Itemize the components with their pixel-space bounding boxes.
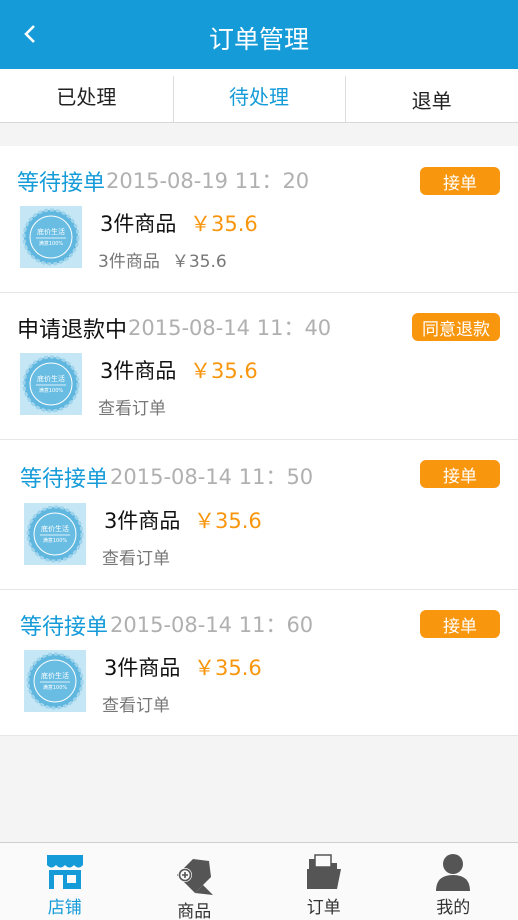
thumb-brand-text: 底价生活 [41, 671, 69, 680]
order-card[interactable]: 申请退款中 2015-08-14 11：40 同意退款 底价生活 满意100% … [0, 293, 518, 440]
product-thumbnail: 底价生活 满意100% [20, 206, 82, 268]
thumb-slogan-text: 满意100% [43, 537, 68, 544]
nav-goods-label: 商品 [177, 902, 212, 920]
order-status: 申请退款中 [17, 318, 128, 343]
accept-order-button[interactable]: 接单 [420, 167, 500, 195]
order-status: 等待接单 [20, 467, 109, 492]
order-status: 等待接单 [20, 615, 109, 640]
item-count: 3件商品 [104, 509, 181, 533]
order-time: 2015-08-14 11：60 [110, 613, 314, 637]
thumb-brand-text: 底价生活 [37, 227, 65, 236]
view-order-link[interactable]: 查看订单 [102, 544, 170, 569]
accept-order-button[interactable]: 接单 [420, 610, 500, 638]
summary-count: 3件商品 [98, 252, 160, 272]
product-thumbnail: 底价生活 满意100% [24, 503, 86, 565]
nav-mine[interactable]: 我的 [389, 843, 518, 920]
thumb-brand-text: 底价生活 [41, 524, 69, 533]
page-title: 订单管理 [208, 25, 309, 54]
order-price: ￥35.6 [190, 359, 258, 383]
order-price: ￥35.6 [190, 212, 258, 236]
order-price: ￥35.6 [194, 656, 262, 680]
app-header: 订单管理 [0, 0, 518, 69]
order-time: 2015-08-14 11：40 [128, 316, 332, 340]
summary-price: ￥35.6 [171, 252, 227, 272]
item-count: 3件商品 [100, 359, 177, 383]
tab-processed[interactable]: 已处理 [0, 69, 173, 122]
thumb-slogan-text: 满意100% [39, 240, 64, 247]
order-status: 等待接单 [17, 171, 106, 196]
product-thumbnail: 底价生活 满意100% [24, 650, 86, 712]
tab-pending[interactable]: 待处理 [172, 69, 346, 122]
nav-orders-label: 订单 [306, 898, 341, 918]
order-tabs: 已处理 待处理 退单 [0, 69, 518, 123]
nav-store[interactable]: 店铺 [0, 843, 130, 920]
order-card[interactable]: 等待接单 2015-08-19 11：20 接单 底价生活 满意100% 3件商… [0, 146, 518, 293]
order-time: 2015-08-14 11：50 [110, 465, 314, 489]
nav-mine-label: 我的 [436, 898, 471, 918]
thumb-slogan-text: 满意100% [39, 387, 64, 394]
item-count: 3件商品 [100, 212, 177, 236]
thumb-brand-text: 底价生活 [37, 374, 65, 383]
tab-refund[interactable]: 退单 [345, 69, 518, 122]
order-time: 2015-08-19 11：20 [106, 169, 310, 193]
nav-orders[interactable]: 订单 [259, 843, 389, 920]
approve-refund-button[interactable]: 同意退款 [412, 313, 500, 341]
user-icon [436, 854, 471, 891]
bottom-nav: 店铺 商品 订单 我的 [0, 842, 518, 920]
store-icon [46, 855, 83, 889]
order-card[interactable]: 等待接单 2015-08-14 11：50 接单 底价生活 满意100% 3件商… [0, 440, 518, 590]
nav-goods[interactable]: 商品 [130, 843, 260, 920]
thumb-slogan-text: 满意100% [43, 684, 68, 691]
item-count: 3件商品 [104, 656, 181, 680]
view-order-link[interactable]: 查看订单 [98, 394, 166, 419]
accept-order-button[interactable]: 接单 [420, 460, 500, 488]
view-order-link[interactable]: 查看订单 [102, 691, 170, 716]
order-list: 等待接单 2015-08-19 11：20 接单 底价生活 满意100% 3件商… [0, 146, 518, 736]
order-summary: 3件商品 ￥35.6 [98, 247, 227, 272]
folder-icon [306, 854, 341, 889]
order-card[interactable]: 等待接单 2015-08-14 11：60 接单 底价生活 满意100% 3件商… [0, 590, 518, 736]
goods-tag-icon [177, 859, 214, 895]
nav-store-label: 店铺 [47, 898, 82, 918]
order-price: ￥35.6 [194, 509, 262, 533]
product-thumbnail: 底价生活 满意100% [20, 353, 82, 415]
